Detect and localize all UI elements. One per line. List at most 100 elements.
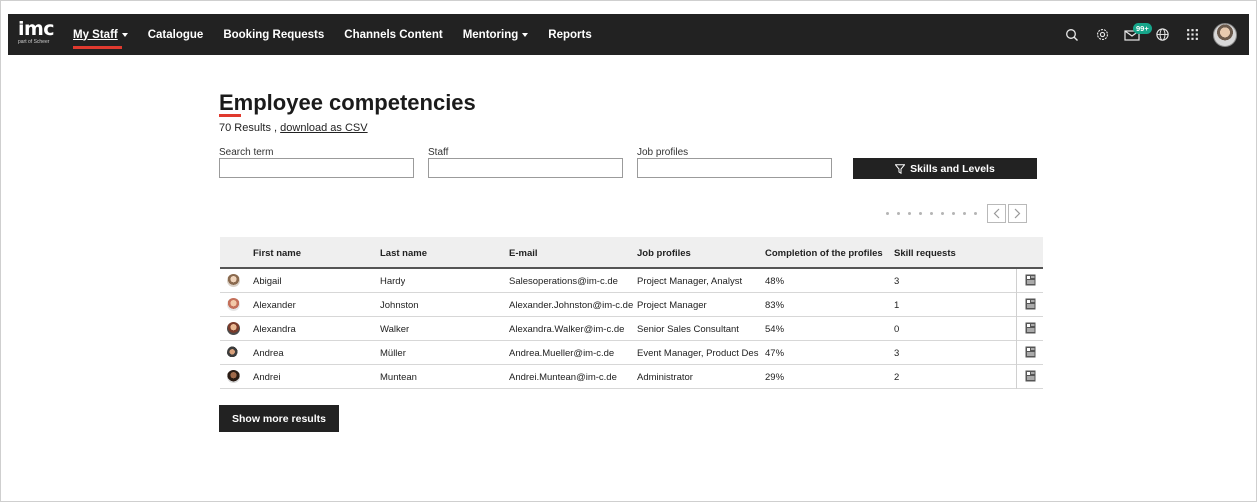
nav-item-reports[interactable]: Reports [548,29,591,41]
search-icon[interactable] [1057,20,1087,50]
page-dot[interactable] [930,212,933,215]
employee-avatar [227,274,240,287]
cell-first-name: Alexander [253,300,296,311]
download-csv-link[interactable]: download as CSV [280,122,367,134]
page-dot[interactable] [963,212,966,215]
cell-job-profiles: Project Manager, Analyst [637,276,743,287]
page-title: Employee competencies [219,90,476,115]
next-page-button[interactable] [1008,204,1027,223]
page-dot[interactable] [919,212,922,215]
nav-item-label: Booking Requests [223,28,325,41]
nav-item-label: My Staff [73,28,118,41]
column-header-completion[interactable]: Completion of the profiles [765,248,883,259]
nav-item-label: Mentoring [462,28,519,41]
details-card-icon[interactable] [1025,370,1036,382]
cell-skill-requests: 1 [894,300,900,311]
column-divider [1016,341,1017,365]
cell-completion: 47% [765,348,785,359]
nav-icon-group: 99+ [1057,14,1237,55]
cell-first-name: Andrei [253,372,281,383]
nav-item-label: Channels Content [344,28,443,41]
search-term-label: Search term [219,147,274,158]
staff-label: Staff [428,147,449,158]
employee-avatar [227,298,240,311]
top-navigation-bar: imc part of Scheer My Staff Catalogue Bo… [8,14,1249,55]
nav-item-label: Catalogue [147,28,204,41]
staff-select[interactable] [428,158,623,178]
details-card-icon[interactable] [1025,274,1036,286]
nav-item-catalogue[interactable]: Catalogue [148,29,204,41]
cell-completion: 29% [765,372,785,383]
job-profiles-label: Job profiles [637,147,689,158]
skills-and-levels-label: Skills and Levels [910,162,995,175]
apps-grid-icon[interactable] [1177,20,1207,50]
chevron-down-icon [522,32,529,37]
cell-completion: 48% [765,276,785,287]
cell-first-name: Abigail [253,276,282,287]
imc-logo[interactable]: imc part of Scheer [18,20,58,50]
cell-last-name: Muntean [380,372,417,383]
details-card-icon[interactable] [1025,346,1036,358]
page-dot[interactable] [897,212,900,215]
column-header-last-name[interactable]: Last name [380,248,427,259]
cell-completion: 54% [765,324,785,335]
employee-avatar [227,370,240,383]
cell-first-name: Alexandra [253,324,296,335]
page-dot[interactable] [941,212,944,215]
language-globe-icon[interactable] [1147,20,1177,50]
chevron-left-icon [993,208,1000,219]
column-header-job-profiles[interactable]: Job profiles [637,248,691,259]
nav-menu: My Staff Catalogue Booking Requests Chan… [73,14,612,55]
show-more-results-button[interactable]: Show more results [219,405,339,432]
cell-job-profiles: Project Manager [637,300,707,311]
table-row[interactable]: Alexander Johnston Alexander.Johnston@im… [220,293,1043,317]
nav-item-mentoring[interactable]: Mentoring [463,29,529,41]
cell-skill-requests: 0 [894,324,900,335]
table-header: First name Last name E-mail Job profiles… [220,237,1043,269]
cell-email: Alexandra.Walker@im-c.de [509,324,625,335]
column-divider [1016,269,1017,293]
logo-text: imc [18,18,55,40]
page-dot[interactable] [974,212,977,215]
table-row[interactable]: Alexandra Walker Alexandra.Walker@im-c.d… [220,317,1043,341]
column-header-first-name[interactable]: First name [253,248,301,259]
cell-job-profiles: Administrator [637,372,693,383]
user-avatar[interactable] [1213,22,1237,47]
title-accent-bar [219,114,241,117]
table-row[interactable]: Andrea Müller Andrea.Mueller@im-c.de Eve… [220,341,1043,365]
previous-page-button[interactable] [987,204,1006,223]
nav-item-my-staff[interactable]: My Staff [73,28,128,49]
pagination [886,204,1027,223]
nav-item-channels-content[interactable]: Channels Content [344,29,442,41]
column-header-skill-requests[interactable]: Skill requests [894,248,956,259]
column-divider [1016,365,1017,389]
details-card-icon[interactable] [1025,298,1036,310]
cell-job-profiles: Senior Sales Consultant [637,324,739,335]
results-summary: 70 Results , download as CSV [219,122,368,134]
column-header-email[interactable]: E-mail [509,248,538,259]
skills-and-levels-button[interactable]: Skills and Levels [853,158,1037,179]
cell-skill-requests: 2 [894,372,900,383]
job-profiles-select[interactable] [637,158,832,178]
page-dot[interactable] [908,212,911,215]
results-count: 70 Results , [219,122,278,134]
page-dot[interactable] [952,212,955,215]
page-dot[interactable] [886,212,889,215]
cell-last-name: Müller [380,348,406,359]
cell-skill-requests: 3 [894,348,900,359]
cell-email: Alexander.Johnston@im-c.de [509,300,634,311]
nav-item-booking-requests[interactable]: Booking Requests [223,29,324,41]
messages-icon[interactable]: 99+ [1117,20,1152,50]
cell-skill-requests: 3 [894,276,900,287]
search-input[interactable] [219,158,414,178]
filter-icon [895,163,906,174]
table-row[interactable]: Abigail Hardy Salesoperations@im-c.de Pr… [220,269,1043,293]
chevron-right-icon [1014,208,1021,219]
employee-avatar [227,322,240,335]
cell-email: Salesoperations@im-c.de [509,276,618,287]
table-row[interactable]: Andrei Muntean Andrei.Muntean@im-c.de Ad… [220,365,1043,389]
details-card-icon[interactable] [1025,322,1036,334]
settings-icon[interactable] [1087,20,1117,50]
column-divider [1016,317,1017,341]
cell-last-name: Walker [380,324,410,335]
